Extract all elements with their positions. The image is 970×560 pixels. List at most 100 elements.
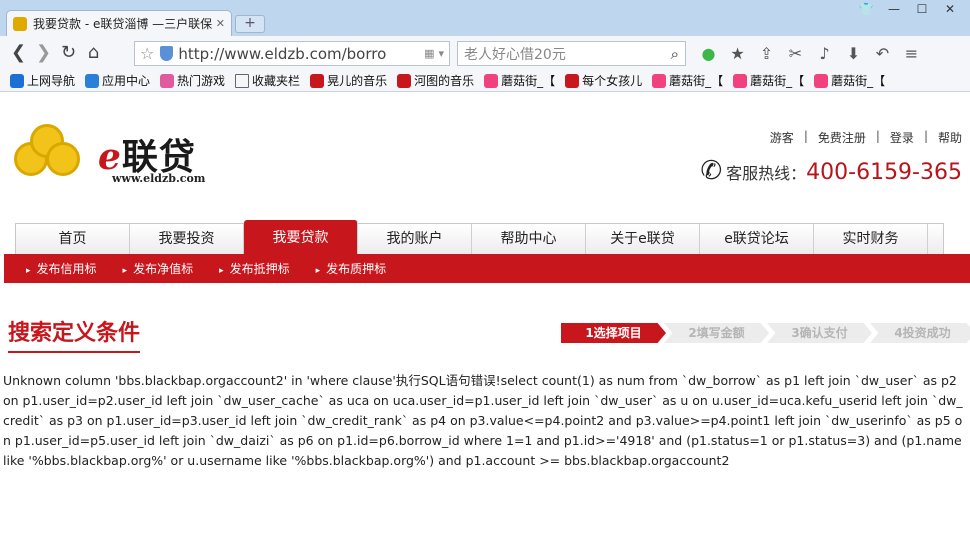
minimize-icon[interactable]: — bbox=[880, 0, 908, 18]
download-icon[interactable]: ⬇ bbox=[839, 41, 868, 66]
browser-titlebar: 我要贷款 - e联贷淄博 —三户联保 ✕ + 👕 — ☐ ✕ bbox=[0, 0, 970, 36]
bookmark-star-icon[interactable]: ☆ bbox=[140, 44, 154, 63]
close-tab-icon[interactable]: ✕ bbox=[216, 17, 225, 30]
address-url[interactable]: http://www.eldzb.com/borro bbox=[178, 45, 420, 63]
nav-item[interactable]: 我的账户 bbox=[358, 224, 472, 254]
skin-icon[interactable]: 👕 bbox=[852, 0, 880, 18]
qrcode-icon[interactable]: ▦ bbox=[424, 47, 434, 60]
logo-url: www.eldzb.com bbox=[112, 172, 206, 185]
bookmark-item[interactable]: 蘑菇街_【 bbox=[652, 72, 723, 89]
speaker-icon[interactable]: ♪ bbox=[810, 41, 839, 66]
step-item: 4投资成功 bbox=[870, 323, 970, 343]
search-box[interactable]: 老人好心借20元 ⌕ bbox=[457, 41, 686, 66]
bookmark-item[interactable]: 收藏夹栏 bbox=[235, 72, 300, 89]
bookmark-label: 蘑菇街_【 bbox=[501, 74, 556, 88]
scissors-icon[interactable]: ✂ bbox=[781, 41, 810, 66]
bookmarks-bar: 上网导航 应用中心 热门游戏 收藏夹栏 晃儿的音乐 河图的音乐 蘑菇街_【 每个女孩儿 蘑菇街_… bbox=[0, 70, 970, 92]
bookmark-item[interactable]: 河图的音乐 bbox=[397, 72, 474, 89]
bookmark-favicon-icon bbox=[733, 73, 748, 88]
search-input[interactable]: 老人好心借20元 bbox=[464, 44, 671, 64]
search-icon[interactable]: ⌕ bbox=[671, 45, 679, 63]
bookmark-item[interactable]: 每个女孩儿 bbox=[565, 72, 642, 89]
bookmark-label: 晃儿的音乐 bbox=[327, 74, 388, 88]
link-login[interactable]: 登录 bbox=[880, 129, 924, 146]
wechat-icon[interactable]: ● bbox=[694, 41, 723, 66]
nav-item[interactable]: 我要贷款 bbox=[244, 220, 358, 254]
hotline-label: 客服热线： bbox=[726, 164, 807, 183]
bookmark-label: 蘑菇街_【 bbox=[750, 74, 805, 88]
bookmark-favicon-icon bbox=[652, 73, 667, 88]
subnav-item[interactable]: 发布质押标 bbox=[316, 260, 386, 277]
hotline-number: 400-6159-365 bbox=[806, 160, 962, 185]
subnav-item[interactable]: 发布净值标 bbox=[123, 260, 193, 277]
menu-icon[interactable]: ≡ bbox=[897, 41, 926, 66]
bookmark-label: 蘑菇街_【 bbox=[831, 74, 886, 88]
bookmark-favicon-icon bbox=[310, 73, 325, 88]
site-logo[interactable]: e联贷 www.eldzb.com bbox=[8, 120, 228, 190]
bookmark-label: 蘑菇街_【 bbox=[669, 74, 724, 88]
bookmark-label: 收藏夹栏 bbox=[252, 74, 301, 88]
undo-icon[interactable]: ↶ bbox=[868, 41, 897, 66]
bookmark-favicon-icon bbox=[814, 73, 829, 88]
bookmark-item[interactable]: 蘑菇街_【 bbox=[814, 72, 885, 89]
nav-item[interactable]: 实时财务 bbox=[814, 224, 928, 254]
folder-icon bbox=[235, 73, 250, 88]
forward-icon[interactable]: ❯ bbox=[31, 40, 56, 66]
link-register[interactable]: 免费注册 bbox=[808, 129, 876, 146]
back-icon[interactable]: ❮ bbox=[6, 40, 31, 66]
new-tab-button[interactable]: + bbox=[235, 15, 265, 33]
bookmark-label: 应用中心 bbox=[102, 74, 151, 88]
close-window-icon[interactable]: ✕ bbox=[936, 0, 964, 18]
sub-nav: 发布信用标 发布净值标 发布抵押标 发布质押标 bbox=[4, 254, 970, 283]
bookmark-item[interactable]: 蘑菇街_【 bbox=[484, 72, 555, 89]
bookmark-label: 热门游戏 bbox=[177, 74, 226, 88]
bookmark-favicon-icon bbox=[484, 73, 499, 88]
section-title: 搜索定义条件 bbox=[8, 315, 141, 353]
site-favicon-icon bbox=[13, 16, 27, 31]
browser-tab[interactable]: 我要贷款 - e联贷淄博 —三户联保 ✕ bbox=[6, 10, 232, 36]
window-controls: 👕 — ☐ ✕ bbox=[852, 0, 964, 18]
bookmark-favicon-icon bbox=[10, 73, 24, 88]
address-bar[interactable]: ☆ http://www.eldzb.com/borro ▦ ▾ bbox=[134, 41, 450, 66]
top-links: 游客 | 免费注册 | 登录 | 帮助 bbox=[760, 129, 962, 146]
phone-icon: ✆ bbox=[700, 156, 723, 186]
bookmark-favicon-icon bbox=[85, 73, 100, 88]
subnav-item[interactable]: 发布信用标 bbox=[26, 260, 97, 277]
address-dropdown-icon[interactable]: ▾ bbox=[438, 47, 444, 60]
nav-item[interactable]: 首页 bbox=[16, 224, 130, 254]
bookmark-label: 河图的音乐 bbox=[414, 74, 475, 88]
step-item: 2填写金额 bbox=[664, 323, 769, 343]
hotline: ✆ 客服热线： 400-6159-365 bbox=[700, 156, 962, 186]
bookmark-favicon-icon bbox=[160, 73, 175, 88]
link-help[interactable]: 帮助 bbox=[928, 129, 962, 146]
nav-item[interactable]: 关于e联贷 bbox=[586, 224, 700, 254]
logo-circle-icon bbox=[46, 142, 80, 176]
bookmark-item[interactable]: 晃儿的音乐 bbox=[310, 72, 387, 89]
favorite-star-icon[interactable]: ★ bbox=[723, 41, 752, 66]
bookmark-item[interactable]: 热门游戏 bbox=[160, 72, 225, 89]
link-guest[interactable]: 游客 bbox=[760, 129, 804, 146]
nav-item[interactable]: 我要投资 bbox=[130, 224, 244, 254]
toolbar-icons: ● ★ ⇪ ✂ ♪ ⬇ ↶ ≡ bbox=[694, 41, 926, 66]
progress-steps: 1选择项目 2填写金额 3确认支付 4投资成功 bbox=[561, 323, 970, 343]
step-item: 3确认支付 bbox=[767, 323, 872, 343]
bookmark-item[interactable]: 应用中心 bbox=[85, 72, 150, 89]
bookmark-item[interactable]: 蘑菇街_【 bbox=[733, 72, 804, 89]
tab-title: 我要贷款 - e联贷淄博 —三户联保 bbox=[33, 17, 212, 31]
sql-error-message: Unknown column 'bbs.blackbap.orgaccount2… bbox=[3, 373, 963, 468]
bookmark-label: 每个女孩儿 bbox=[582, 74, 643, 88]
bookmark-label: 上网导航 bbox=[27, 74, 76, 88]
maximize-icon[interactable]: ☐ bbox=[908, 0, 936, 18]
security-shield-icon bbox=[160, 46, 174, 61]
bookmark-item[interactable]: 上网导航 bbox=[10, 72, 75, 89]
share-icon[interactable]: ⇪ bbox=[752, 41, 781, 66]
nav-item[interactable]: 帮助中心 bbox=[472, 224, 586, 254]
nav-item[interactable]: e联贷论坛 bbox=[700, 224, 814, 254]
bookmark-favicon-icon bbox=[397, 73, 412, 88]
bookmark-favicon-icon bbox=[565, 73, 580, 88]
subnav-item[interactable]: 发布抵押标 bbox=[219, 260, 290, 277]
step-item: 1选择项目 bbox=[561, 323, 666, 343]
main-nav: 首页 我要投资 我要贷款 我的账户 帮助中心 关于e联贷 e联贷论坛 实时财务 bbox=[15, 220, 944, 254]
home-icon[interactable]: ⌂ bbox=[81, 40, 106, 66]
reload-icon[interactable]: ↻ bbox=[56, 40, 81, 66]
